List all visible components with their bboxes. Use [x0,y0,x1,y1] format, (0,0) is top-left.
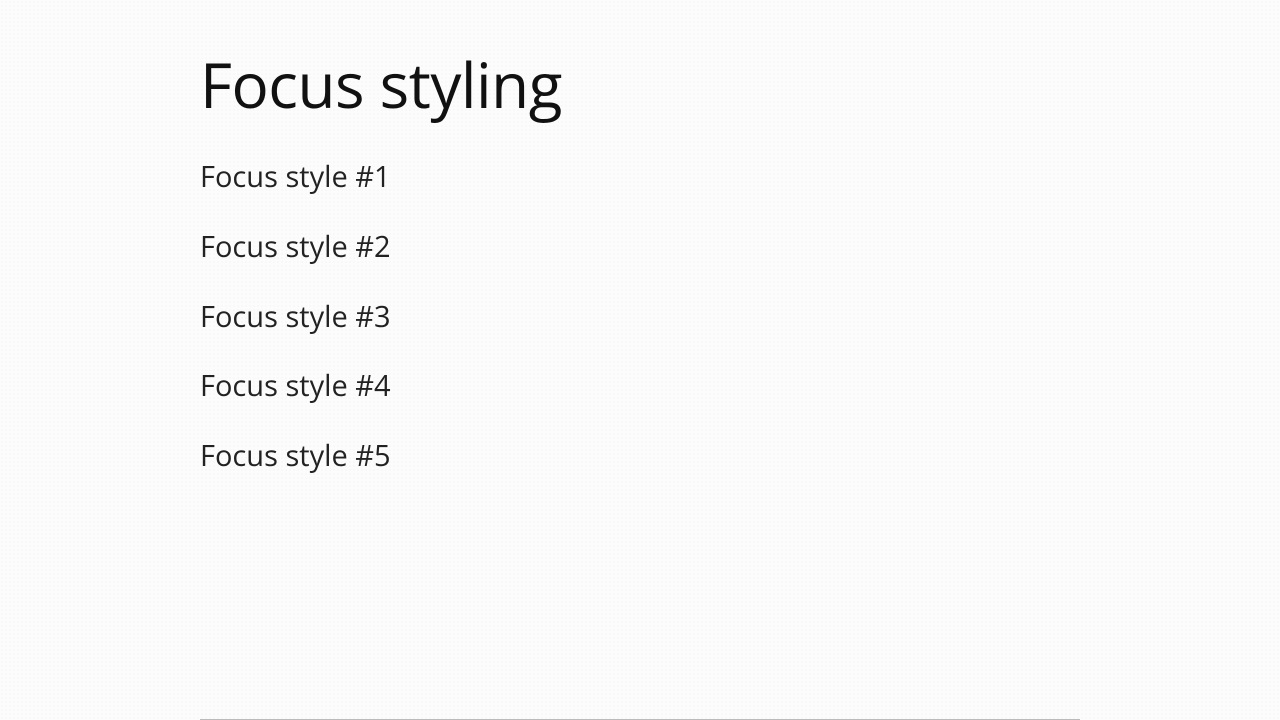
focus-style-list: Focus style #1 Focus style #2 Focus styl… [200,158,1080,474]
focus-style-link-1[interactable]: Focus style #1 [200,158,391,196]
content-container: Focus styling Focus style #1 Focus style… [200,0,1080,720]
focus-style-link-5[interactable]: Focus style #5 [200,437,391,475]
focus-style-link-4[interactable]: Focus style #4 [200,367,391,405]
page-title: Focus styling [200,48,1080,122]
focus-style-link-2[interactable]: Focus style #2 [200,228,391,266]
focus-style-link-3[interactable]: Focus style #3 [200,298,391,336]
